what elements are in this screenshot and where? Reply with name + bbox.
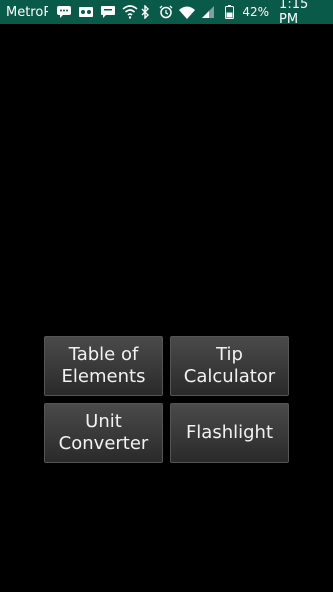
system-icons: 42% 1:15 PM xyxy=(138,0,327,27)
table-of-elements-button[interactable]: Table of Elements xyxy=(44,336,163,396)
notification-icons xyxy=(56,4,138,20)
unit-converter-button[interactable]: Unit Converter xyxy=(44,403,163,463)
clock: 1:15 PM xyxy=(279,0,309,27)
signal-icon xyxy=(201,4,216,20)
voicemail-icon xyxy=(78,4,94,20)
message-icon xyxy=(56,4,72,20)
battery-percent: 42% xyxy=(242,5,270,19)
carrier-name: MetroPCS xyxy=(6,4,48,20)
flashlight-button[interactable]: Flashlight xyxy=(170,403,289,463)
app-button-grid: Table of Elements Tip Calculator Unit Co… xyxy=(44,336,289,463)
wifi-icon xyxy=(179,4,196,20)
alarm-icon xyxy=(158,4,173,20)
battery-icon xyxy=(222,4,237,20)
shield-wifi-icon xyxy=(122,4,138,20)
chat-icon xyxy=(100,4,116,20)
status-bar: MetroPCS 42% 1:15 PM xyxy=(0,0,333,27)
bluetooth-icon xyxy=(138,4,153,20)
tip-calculator-button[interactable]: Tip Calculator xyxy=(170,336,289,396)
